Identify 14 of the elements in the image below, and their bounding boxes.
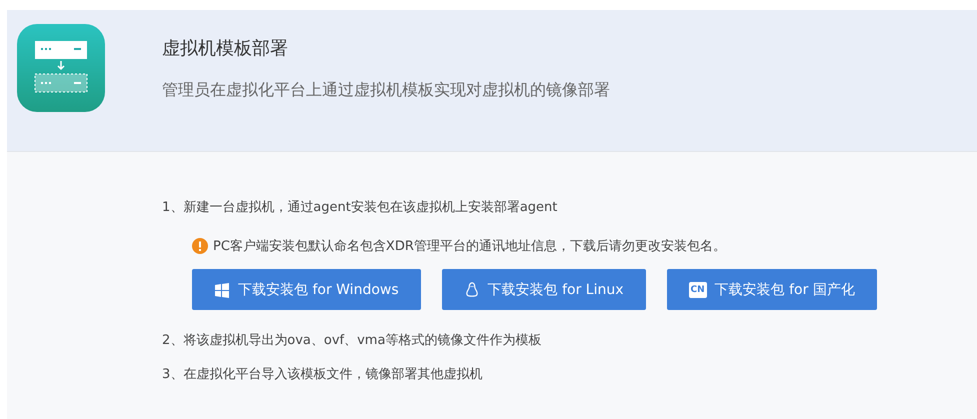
step-text: 3、在虚拟化平台导入该模板文件，镜像部署其他虚拟机 <box>162 366 484 384</box>
step-text: 2、将该虚拟机导出为ova、ovf、vma等格式的镜像文件作为模板 <box>162 332 542 350</box>
warning-icon <box>192 238 208 254</box>
download-button[interactable]: 下载安装包 for Linux <box>442 269 646 310</box>
download-button[interactable]: 下载安装包 for Windows <box>192 269 421 310</box>
page-title: 虚拟机模板部署 <box>162 37 289 60</box>
penguin-icon <box>464 282 480 298</box>
notice-text: PC客户端安装包默认命名包含XDR管理平台的通讯地址信息，下载后请勿更改安装包名。 <box>213 238 726 255</box>
page-description: 管理员在虚拟化平台上通过虚拟机模板实现对虚拟机的镜像部署 <box>162 80 610 101</box>
download-button[interactable]: CN 下载安装包 for 国产化 <box>666 269 877 310</box>
windows-icon <box>214 282 230 298</box>
step-text: 1、新建一台虚拟机，通过agent安装包在该虚拟机上安装部署agent <box>162 199 558 216</box>
template-deploy-icon <box>17 24 105 112</box>
cn-badge-icon: CN <box>688 282 707 298</box>
